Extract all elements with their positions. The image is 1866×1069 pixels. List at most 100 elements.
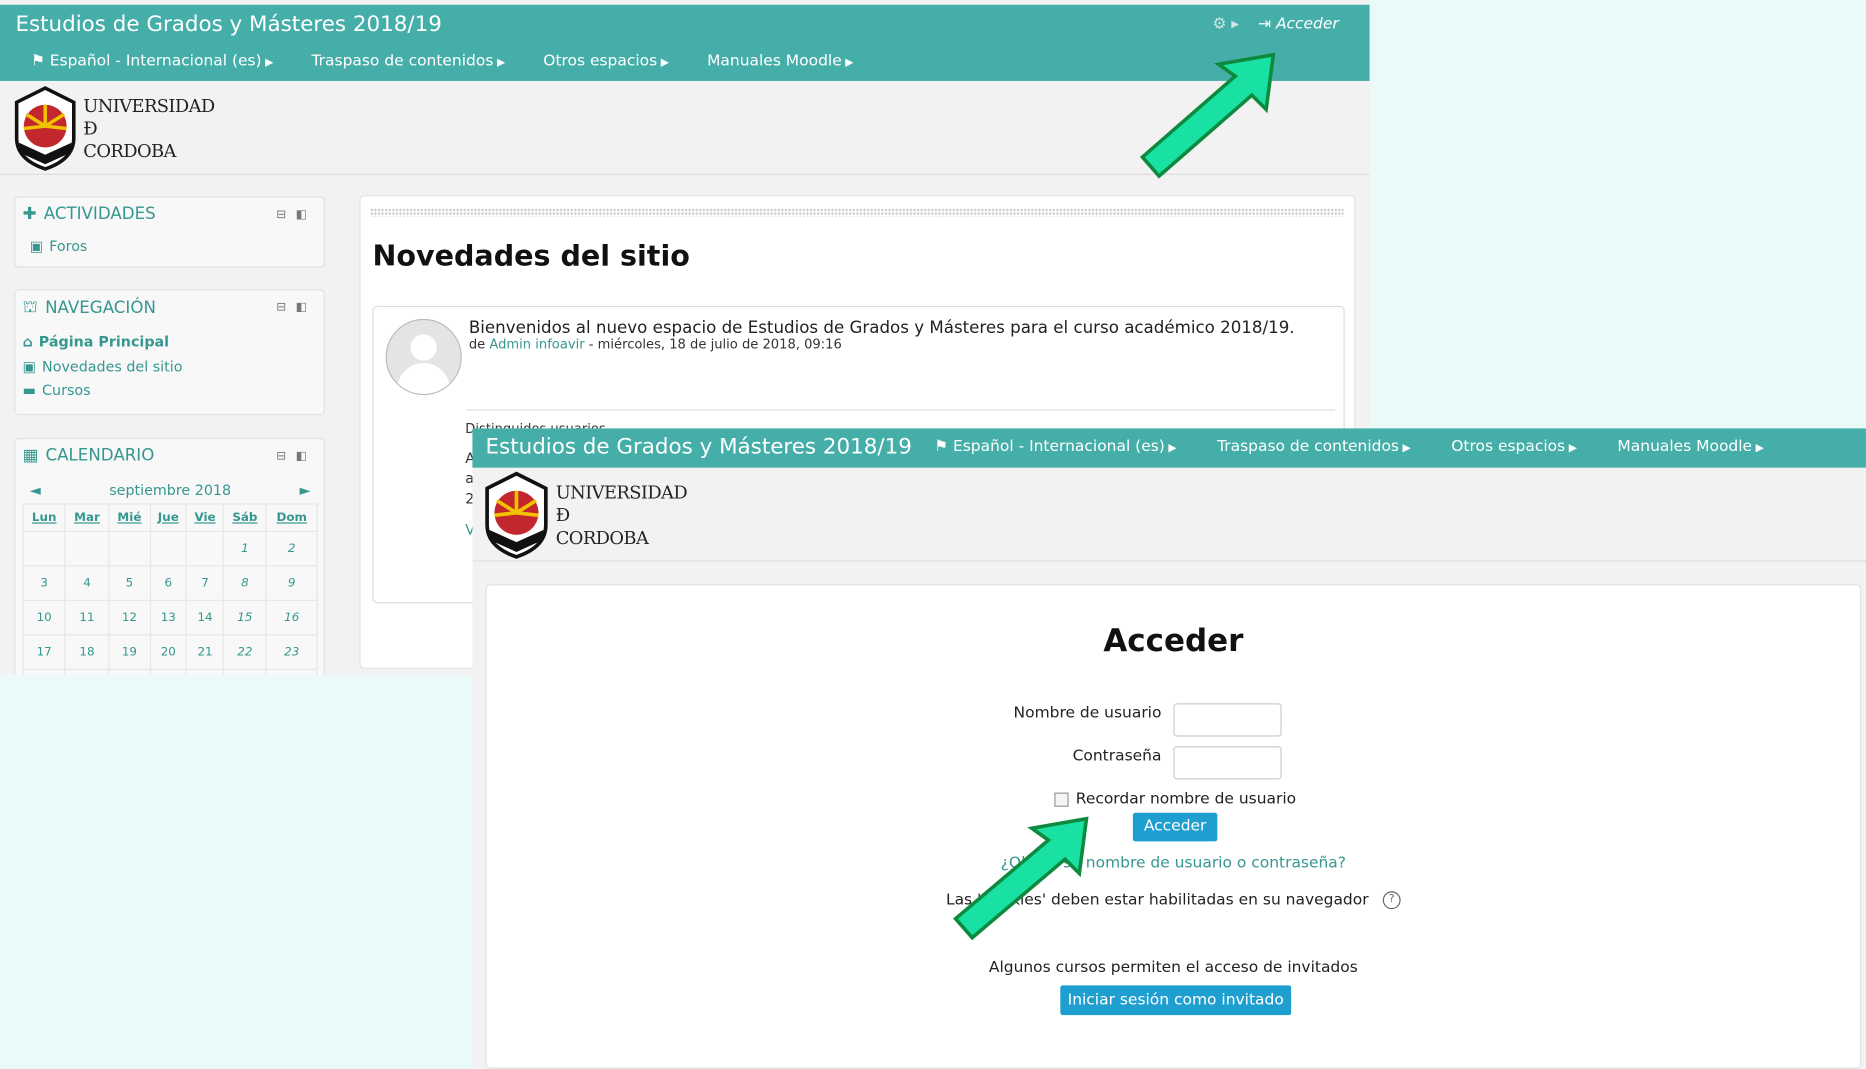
activity-foros[interactable]: ▣ Foros	[30, 238, 88, 255]
block-title: NAVEGACIÓN	[45, 298, 156, 318]
login-link[interactable]: ⇥ Acceder	[1258, 15, 1339, 33]
help-icon[interactable]: ?	[1382, 891, 1401, 910]
remember-row: Recordar nombre de usuario	[1054, 790, 1296, 808]
calendar-day: 24	[22, 668, 66, 675]
nav-pagina-principal[interactable]: ⌂ Página Principal	[23, 333, 169, 350]
calendar-day: 22	[222, 634, 267, 670]
calendar-day: 12	[108, 599, 151, 636]
calendar-day: 6	[149, 565, 188, 601]
menu-language[interactable]: ⚑ Español - Internacional (es) ▶	[31, 52, 273, 70]
username-label: Nombre de usuario	[1013, 704, 1162, 723]
prev-month-arrow[interactable]: ◄	[30, 482, 41, 499]
login-window: Estudios de Grados y Másteres 2018/19 ⚑ …	[472, 428, 1866, 1069]
forgot-password-link[interactable]: ¿Olvidó su nombre de usuario o contraseñ…	[487, 854, 1860, 872]
post-meta: de Admin infoavir - miércoles, 18 de jul…	[468, 336, 842, 353]
calendar-day: 27	[149, 668, 188, 675]
calendar-day: 10	[22, 599, 66, 636]
flag-icon: ⚑	[30, 52, 45, 71]
calendar-day: 18	[64, 634, 110, 670]
collapse-icon[interactable]: ⊟	[276, 450, 286, 463]
calendar-day: 5	[108, 565, 151, 601]
university-logo[interactable]: UNIVERSIDAD Đ CORDOBA	[482, 471, 688, 559]
block-calendario: ▦ CALENDARIO ⊟ ◧ ◄ septiembre 2018 ► Lun M…	[14, 437, 325, 675]
password-label: Contraseña	[1072, 747, 1162, 766]
next-month-arrow[interactable]: ►	[300, 482, 311, 499]
site-title[interactable]: Estudios de Grados y Másteres 2018/19	[15, 12, 441, 37]
calendar-day: 14	[186, 599, 225, 636]
folder-icon: ▬	[22, 381, 37, 399]
custom-menu: ⚑ Español - Internacional (es) ▶ Traspaso…	[31, 52, 854, 70]
top-navbar: Estudios de Grados y Másteres 2018/19 ⚑ …	[472, 428, 1866, 468]
calendar-table: Lun Mar Mié Jue Vie Sáb Dom 12 3456789 1…	[22, 503, 318, 675]
calendar-month[interactable]: septiembre 2018	[109, 482, 231, 499]
collapse-icon[interactable]: ⊟	[276, 208, 286, 221]
block-navegacion: ⛫ NAVEGACIÓN ⊟ ◧ ⌂ Página Principal ▣ Noveda…	[14, 289, 325, 416]
avatar[interactable]	[385, 318, 462, 396]
username-input[interactable]	[1173, 703, 1282, 737]
calendar-day-header: Sáb	[222, 503, 267, 532]
menu-traspaso[interactable]: Traspaso de contenidos ▶	[312, 52, 506, 70]
collapse-icon[interactable]: ⊟	[276, 301, 286, 314]
calendar-day: 4	[64, 565, 110, 601]
post-subject: Bienvenidos al nuevo espacio de Estudios…	[468, 318, 1295, 338]
calendar-day: 17	[22, 634, 66, 670]
custom-menu: ⚑ Español - Internacional (es) ▶ Traspaso…	[934, 438, 1764, 456]
menu-manuales[interactable]: Manuales Moodle ▶	[1617, 438, 1763, 456]
menu-otros-espacios[interactable]: Otros espacios ▶	[1451, 438, 1577, 456]
calendar-day-header: Lun	[22, 503, 66, 532]
dock-icon[interactable]: ◧	[296, 208, 307, 221]
calendar-day: 15	[222, 599, 267, 636]
calendar-day-header: Dom	[265, 503, 318, 532]
password-input[interactable]	[1173, 746, 1282, 780]
block-actividades: ✚ ACTIVIDADES ⊟ ◧ ▣ Foros	[14, 196, 325, 268]
menu-manuales[interactable]: Manuales Moodle ▶	[707, 52, 853, 70]
gear-icon[interactable]: ⚙ ▸	[1212, 15, 1239, 33]
login-panel: Acceder Nombre de usuario Contraseña Rec…	[485, 584, 1862, 1069]
guest-note: Algunos cursos permiten el acceso de inv…	[988, 959, 1358, 977]
flag-icon: ⚑	[934, 437, 949, 456]
block-title: ACTIVIDADES	[43, 204, 156, 224]
calendar-day: 23	[265, 634, 318, 670]
nav-novedades[interactable]: ▣ Novedades del sitio	[23, 358, 183, 375]
remember-checkbox[interactable]	[1054, 791, 1069, 807]
forum-icon: ▣	[22, 358, 37, 375]
cookies-notice: Las 'Cookies' deben estar habilitadas en…	[487, 891, 1860, 910]
dock-icon[interactable]: ◧	[296, 301, 307, 314]
login-submit-button[interactable]: Acceder	[1132, 812, 1218, 842]
remember-label: Recordar nombre de usuario	[1075, 790, 1297, 809]
calendar-day	[186, 530, 225, 567]
menu-language[interactable]: ⚑ Español - Internacional (es) ▶	[934, 438, 1176, 456]
calendar-day	[22, 530, 66, 567]
calendar-day: 7	[186, 565, 225, 601]
guest-login-button[interactable]: Iniciar sesión como invitado	[1060, 985, 1292, 1016]
puzzle-icon: ✚	[22, 204, 37, 224]
calendar-day: 1	[222, 530, 267, 567]
calendar-day: 20	[149, 634, 188, 670]
login-heading: Acceder	[1103, 623, 1244, 660]
calendar-day	[108, 530, 151, 567]
calendar-day: 30	[265, 668, 318, 675]
menu-otros-espacios[interactable]: Otros espacios ▶	[543, 52, 669, 70]
calendar-day: 19	[108, 634, 151, 670]
university-crest-icon	[485, 471, 548, 559]
site-title[interactable]: Estudios de Grados y Másteres 2018/19	[486, 434, 912, 459]
home-icon: ⌂	[22, 333, 33, 350]
nav-cursos[interactable]: ▬ Cursos	[23, 382, 91, 399]
calendar-day: 25	[64, 668, 110, 675]
calendar-day: 3	[22, 565, 66, 601]
calendar-day: 8	[222, 565, 267, 601]
forum-icon: ▣	[29, 238, 44, 255]
calendar-day-header: Vie	[186, 503, 225, 532]
calendar-day: 2	[265, 530, 318, 567]
calendar-day-header: Mié	[108, 503, 151, 532]
calendar-day: 29	[222, 668, 267, 675]
post-author-link[interactable]: Admin infoavir	[489, 337, 584, 352]
menu-traspaso[interactable]: Traspaso de contenidos ▶	[1217, 438, 1411, 456]
calendar-day: 9	[265, 565, 318, 601]
green-arrow-annotation	[1139, 52, 1276, 179]
page-heading: Novedades del sitio	[372, 239, 690, 273]
calendar-day-header: Mar	[64, 503, 110, 532]
university-logo[interactable]: UNIVERSIDAD Đ CORDOBA	[12, 86, 215, 172]
block-title: CALENDARIO	[45, 446, 155, 466]
dock-icon[interactable]: ◧	[296, 450, 307, 463]
